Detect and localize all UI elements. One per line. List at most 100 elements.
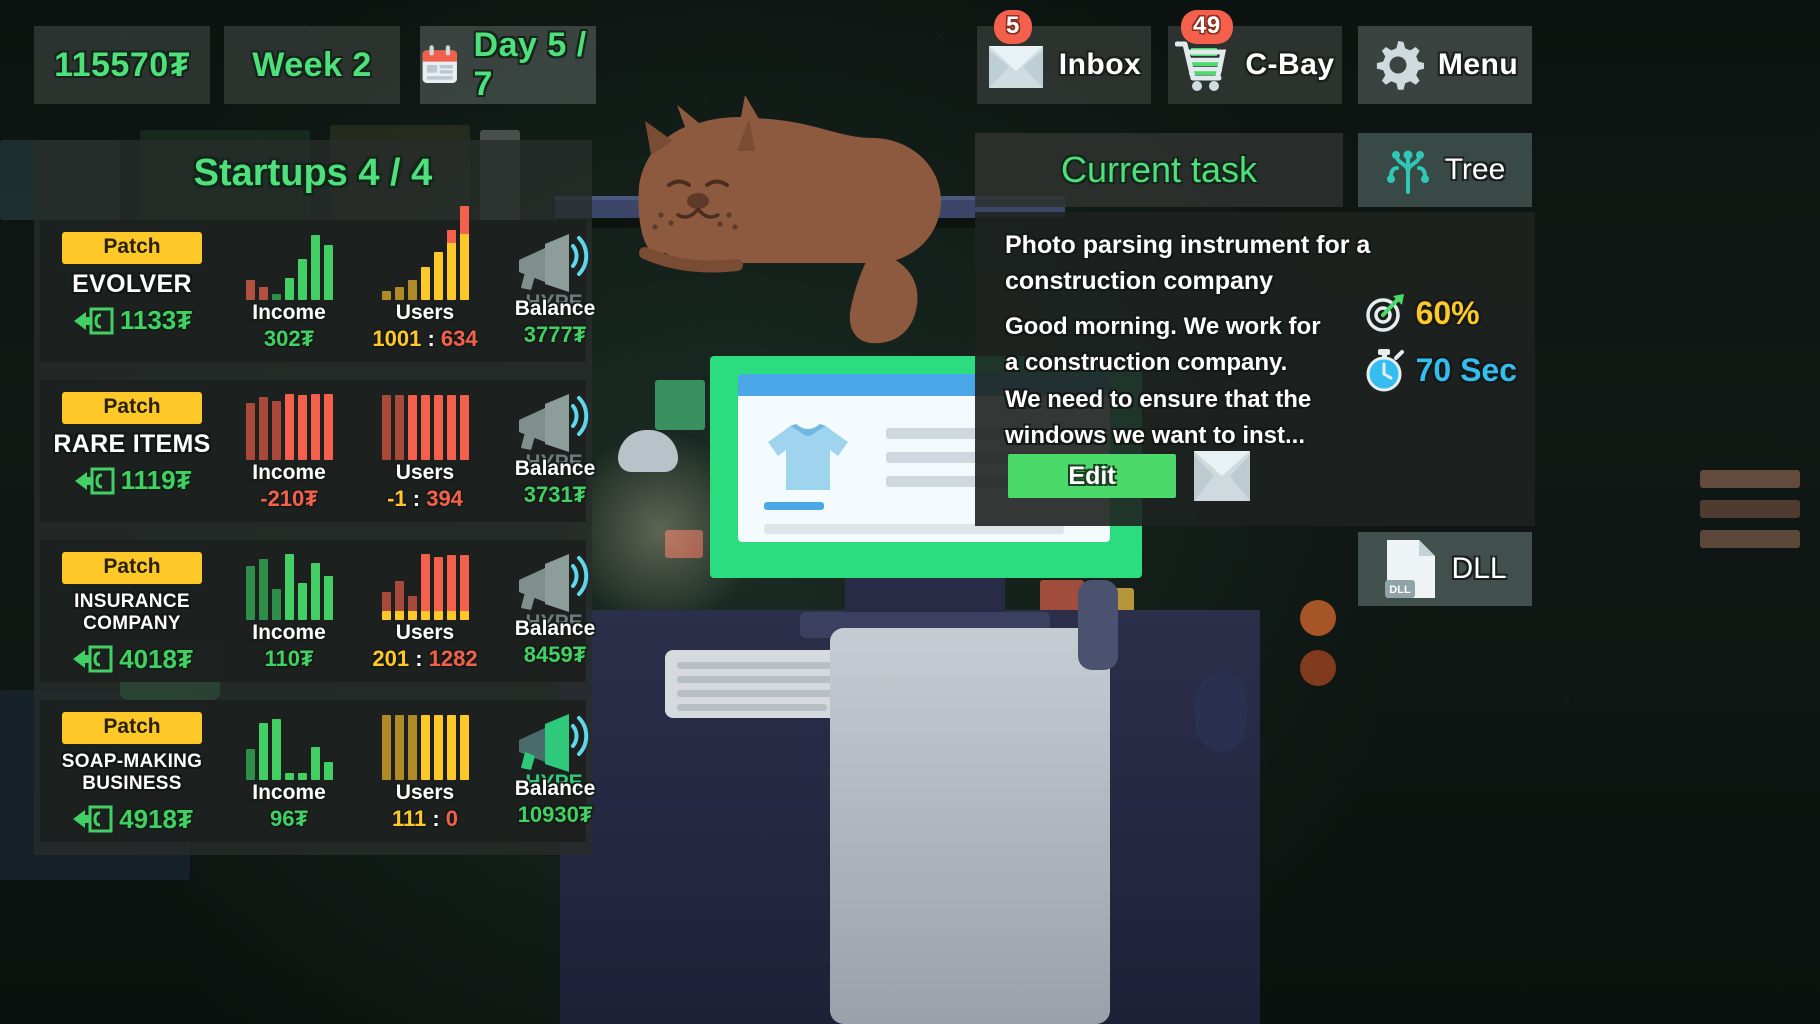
upgrade-arrow-icon	[73, 805, 113, 833]
dll-label: DLL	[1451, 552, 1507, 585]
startup-name-line: SOAP-MAKING	[61, 751, 203, 772]
users-sparkline	[362, 548, 488, 620]
megaphone-icon	[519, 394, 589, 452]
income-stat: Income -210₮	[226, 388, 352, 512]
users-value: -1 : 394	[387, 486, 463, 511]
startups-title: Startups 4 / 4	[193, 152, 433, 194]
chart-bar-segment	[459, 206, 469, 234]
income-value: -210₮	[260, 486, 318, 511]
patch-button[interactable]: Patch	[62, 552, 202, 584]
inbox-badge: 5	[994, 10, 1032, 44]
chart-bar-segment	[433, 611, 443, 620]
chart-bar	[394, 395, 404, 460]
inbox-button[interactable]: 5 Inbox	[977, 10, 1151, 104]
menu-button[interactable]: Menu	[1358, 26, 1532, 104]
day-display[interactable]: Day 5 / 7	[420, 26, 596, 104]
balance-value: 10930₮	[517, 802, 593, 827]
chart-bar-segment	[394, 611, 404, 620]
users-value: 1001 : 634	[372, 326, 478, 351]
users-value-a: -1	[387, 486, 407, 511]
svg-text:DLL: DLL	[1390, 584, 1412, 596]
megaphone-icon	[519, 554, 589, 612]
week-display: Week 2	[224, 26, 400, 104]
users-value-b: 634	[440, 326, 478, 351]
income-label: Income	[252, 461, 326, 484]
envelope-icon	[1194, 451, 1250, 501]
chart-bar-segment	[420, 611, 430, 620]
chart-bar	[394, 287, 404, 300]
startup-name: SOAP-MAKING BUSINESS	[48, 751, 216, 796]
balance-label: Balance	[514, 457, 596, 480]
upgrade-arrow-icon	[74, 467, 115, 495]
task-stats: 60% 70 Sec	[1364, 292, 1517, 406]
task-timer-value: 70 Sec	[1415, 351, 1517, 388]
chart-bar	[271, 401, 281, 460]
chart-bar	[284, 278, 294, 300]
screen-text-line	[764, 502, 824, 510]
chart-bar	[394, 581, 404, 620]
chart-bar	[258, 559, 268, 620]
startup-row[interactable]: Patch EVOLVER 1133₮ Income 302₮ Users 10…	[40, 206, 595, 362]
target-rocket-icon	[1365, 294, 1404, 332]
task-panel: Photo parsing instrument for a construct…	[975, 212, 1535, 526]
balance-label: Balance	[514, 297, 596, 320]
chart-bar	[459, 395, 469, 460]
edit-button[interactable]: Edit	[1008, 454, 1176, 498]
chart-bar-segment	[446, 611, 456, 620]
startup-cost-value: 1119₮	[120, 465, 192, 496]
users-value-a: 111	[391, 806, 427, 831]
chart-bar	[245, 749, 255, 780]
income-value: 110₮	[264, 646, 314, 671]
users-label: Users	[395, 621, 455, 644]
current-task-header: Current task	[975, 133, 1343, 207]
bg-box	[1700, 470, 1800, 488]
chart-bar	[284, 773, 294, 780]
startup-row[interactable]: Patch INSURANCE COMPANY 4018₮ Income 110…	[40, 540, 595, 682]
users-label: Users	[395, 301, 455, 324]
startup-name-line: BUSINESS	[82, 773, 182, 795]
chart-bar	[310, 563, 320, 620]
income-label: Income	[252, 301, 326, 324]
users-stat: Users 201 : 1282	[362, 548, 488, 672]
users-value-b: 0	[445, 806, 459, 831]
day-value: Day 5 / 7	[473, 26, 587, 103]
upgrade-arrow-icon	[73, 645, 113, 673]
cbay-button[interactable]: 49 C-Bay	[1168, 10, 1342, 104]
chart-bar	[420, 715, 430, 780]
startup-name: RARE ITEMS	[53, 430, 211, 458]
chart-bar	[297, 583, 307, 620]
tree-button[interactable]: Tree	[1358, 133, 1532, 207]
gear-icon	[1376, 41, 1424, 90]
startup-info: Patch SOAP-MAKING BUSINESS 4918₮	[48, 712, 216, 835]
chart-bar	[420, 554, 430, 620]
chart-bar	[323, 576, 333, 620]
chart-bar	[420, 267, 430, 300]
startup-row[interactable]: Patch RARE ITEMS 1119₮ Income -210₮ User…	[40, 380, 595, 522]
week-value: Week 2	[252, 45, 372, 84]
chart-bar	[433, 557, 443, 620]
users-sparkline	[362, 388, 488, 460]
users-value-a: 1001	[372, 326, 422, 351]
shopping-cart-icon	[1175, 41, 1227, 91]
chart-bar	[310, 235, 320, 300]
cbay-badge: 49	[1181, 10, 1233, 44]
startup-cost: 1133₮	[48, 305, 216, 336]
task-mail-button[interactable]	[1194, 451, 1250, 501]
chart-bar	[381, 592, 391, 620]
patch-button[interactable]: Patch	[62, 232, 202, 264]
cbay-label: C-Bay	[1245, 48, 1335, 81]
users-stat: Users 1001 : 634	[362, 206, 488, 352]
patch-button[interactable]: Patch	[62, 392, 202, 424]
chart-bar	[459, 555, 469, 620]
balance-stat: Balance 3777₮	[492, 296, 618, 348]
megaphone-icon	[519, 714, 589, 772]
chart-bar	[446, 395, 456, 460]
chart-bar	[420, 395, 430, 460]
chart-bar-segment	[459, 611, 469, 620]
income-sparkline	[226, 708, 352, 780]
chart-bar	[407, 715, 417, 780]
startup-row[interactable]: Patch SOAP-MAKING BUSINESS 4918₮ Income	[40, 700, 595, 842]
file-dll-icon: DLL	[1385, 540, 1436, 598]
patch-button[interactable]: Patch	[62, 712, 202, 744]
dll-button[interactable]: DLL DLL	[1358, 532, 1532, 606]
